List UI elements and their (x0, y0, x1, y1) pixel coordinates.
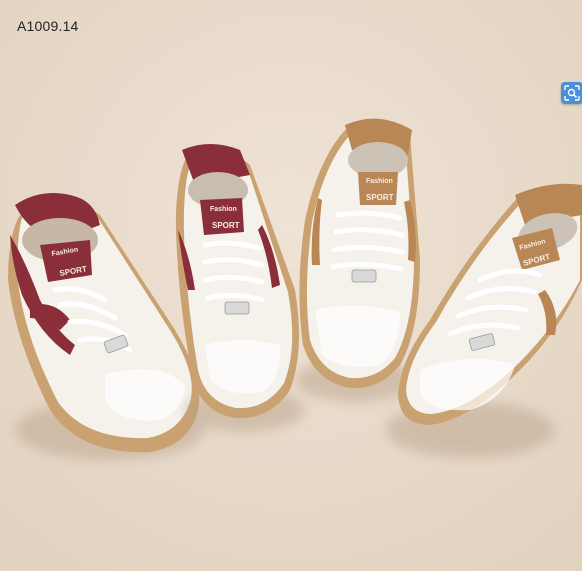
visual-search-button[interactable] (561, 82, 582, 104)
visual-search-icon (564, 85, 580, 101)
product-photo: Fashion SPORT Fashion SPORT Fashion SPOR… (0, 0, 582, 571)
tongue-label-brand-2: SPORT (212, 221, 240, 230)
tongue-label-script-2: Fashion (210, 206, 237, 213)
tongue-label-script-3: Fashion (366, 178, 393, 185)
tongue-label-brand-3: SPORT (366, 193, 394, 202)
product-code: A1009.14 (17, 18, 79, 34)
